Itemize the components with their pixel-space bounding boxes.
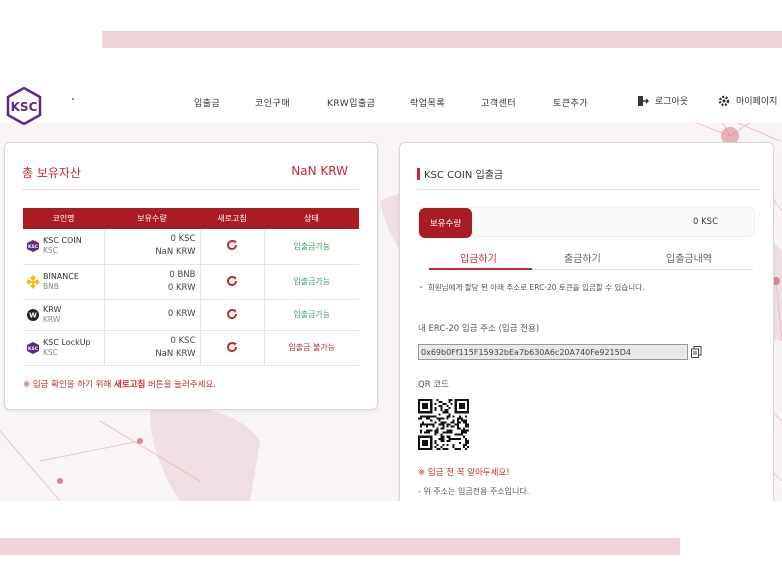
logout-button[interactable]: 로그아웃 [637,94,688,107]
assets-table: 코인명 보유수량 새로고침 상태 KSC KSC COIN KSC 0 KSC Na… [23,208,359,366]
total-assets-card: 총 보유자산 NaN KRW 코인명 보유수량 새로고침 상태 KSC KSC … [4,142,378,410]
coin-name: BINANCE [43,271,79,281]
total-assets-title: 총 보유자산 [22,166,82,180]
column-header-status: 상태 [264,208,359,229]
refresh-icon[interactable] [226,308,238,320]
page: KSC 입출금 코인구매 KRW입출금 락업목록 고객센터 토큰추가 로그아웃 … [0,0,782,579]
ksc-logo-icon: KSC [27,341,39,354]
nav-menu-customer-center[interactable]: 고객센터 [481,96,516,109]
deposit-title-text: KSC COIN 입출금 [424,170,504,181]
logo-text: KSC [11,100,38,114]
refresh-note-bold: 새로고침 [114,380,146,390]
amount-krw: NaN KRW [155,247,196,258]
refresh-icon[interactable] [226,275,238,287]
tab-deposit[interactable]: 입금하기 [460,250,497,265]
logo-dot [72,98,74,100]
holding-label: 보유수량 [419,208,472,238]
refresh-note-suffix: 버튼을 눌러주세요. [145,380,216,390]
coin-name: KSC COIN [43,236,82,246]
won-icon: W [27,308,39,321]
qr-code-image [418,399,469,450]
coin-symbol: BNB [43,281,59,291]
amount-coin: 0 KSC [170,335,196,346]
logout-icon [638,95,649,106]
coin-symbol: KSC [43,347,58,357]
chevron-down-icon: ⌄ [418,282,424,290]
decorative-band-bottom [0,538,680,555]
tab-history[interactable]: 입출금내역 [666,250,712,265]
deposit-warning: ※ 입금 전 꼭 알아두세요! [418,468,510,478]
nav-menu-krw-deposit[interactable]: KRW입출금 [327,96,376,109]
refresh-note: ※ 입금 확인을 하기 위해 새로고침 버튼을 눌러주세요. [23,378,216,390]
address-label: 내 ERC-20 입금 주소 (입금 전용) [418,324,540,334]
copy-icon[interactable] [691,346,702,358]
coin-symbol: KSC [43,246,58,256]
nav-menu-deposit-withdraw[interactable]: 입출금 [194,96,220,109]
amount-krw: NaN KRW [155,348,196,359]
amount-krw: 0 KRW [167,309,196,319]
holding-value: 0 KSC [692,217,718,227]
table-row: W KRW KRW 0 KRW 입출금가능 [23,299,359,331]
amount-coin: 0 BNB [169,269,196,280]
deposit-card: KSC COIN 입출금 보유수량 0 KSC 입금하기 출금하기 입출금내역 … [399,142,774,501]
binance-icon [26,274,40,289]
top-navigation: KSC 입출금 코인구매 KRW입출금 락업목록 고객센터 토큰추가 로그아웃 … [0,81,782,125]
app-screenshot: KSC 입출금 코인구매 KRW입출금 락업목록 고객센터 토큰추가 로그아웃 … [0,81,782,501]
table-row: KSC KSC COIN KSC 0 KSC NaN KRW 입출금가능 [23,229,359,265]
column-header-amount: 보유수량 [104,208,200,229]
decorative-band-top [102,31,782,48]
deposit-info-text: 회원님에게 할당 된 아래 주소로 ERC-20 토큰을 입금할 수 있습니다. [427,283,645,292]
logout-label: 로그아웃 [655,97,689,107]
table-row: BINANCE BNB 0 BNB 0 KRW 입출금가능 [23,264,359,300]
mypage-button[interactable]: 마이페이지 [718,94,777,107]
deposit-warning-item: - 위 주소는 입금전용 주소입니다. [418,487,530,496]
divider [22,189,359,190]
status-badge: 입출금 불가능 [264,330,359,366]
tab-withdraw[interactable]: 출금하기 [564,250,601,265]
amount-krw: 0 KRW [167,282,196,293]
divider [417,189,760,190]
ksc-logo-icon: KSC [27,240,39,253]
coin-name: KSC LockUp [43,337,91,347]
qr-label: QR 코드 [418,380,449,390]
gear-icon [718,95,730,106]
refresh-icon[interactable] [226,239,238,251]
nav-menu-coin-purchase[interactable]: 코인구매 [255,96,290,109]
nav-menu-add-token[interactable]: 토큰추가 [553,96,588,109]
column-header-coin: 코인명 [23,208,104,229]
svg-text:KSC: KSC [28,244,39,250]
deposit-address-field[interactable] [418,344,688,360]
holding-box: 보유수량 0 KSC [418,207,755,238]
deposit-info: ⌄ 회원님에게 할당 된 아래 주소로 ERC-20 토큰을 입금할 수 있습니다… [418,282,644,293]
nav-menu-lockup-list[interactable]: 락업목록 [410,96,445,109]
table-header-row: 코인명 보유수량 새로고침 상태 [23,208,359,229]
coin-symbol: KRW [43,314,61,324]
total-assets-value: NaN KRW [291,164,348,178]
active-tab-underline [429,268,532,270]
status-badge: 입출금가능 [264,299,359,331]
svg-text:W: W [29,311,37,319]
title-accent-bar [417,167,420,180]
deposit-tabs: 입금하기 출금하기 입출금내역 [428,246,753,271]
coin-name: KRW [43,304,62,314]
mypage-label: 마이페이지 [736,97,778,107]
table-row: KSC KSC LockUp KSC 0 KSC NaN KRW 입출금 불가능 [23,330,359,366]
status-badge: 입출금가능 [264,264,359,300]
svg-text:KSC: KSC [28,346,39,352]
amount-coin: 0 KSC [170,234,196,245]
deposit-card-title: KSC COIN 입출금 [417,166,503,181]
refresh-note-prefix: ※ 입금 확인을 하기 위해 [23,380,115,390]
column-header-refresh: 새로고침 [200,208,264,229]
status-badge: 입출금가능 [264,229,359,265]
ksc-logo-icon[interactable]: KSC [6,87,42,125]
refresh-icon[interactable] [226,341,238,353]
